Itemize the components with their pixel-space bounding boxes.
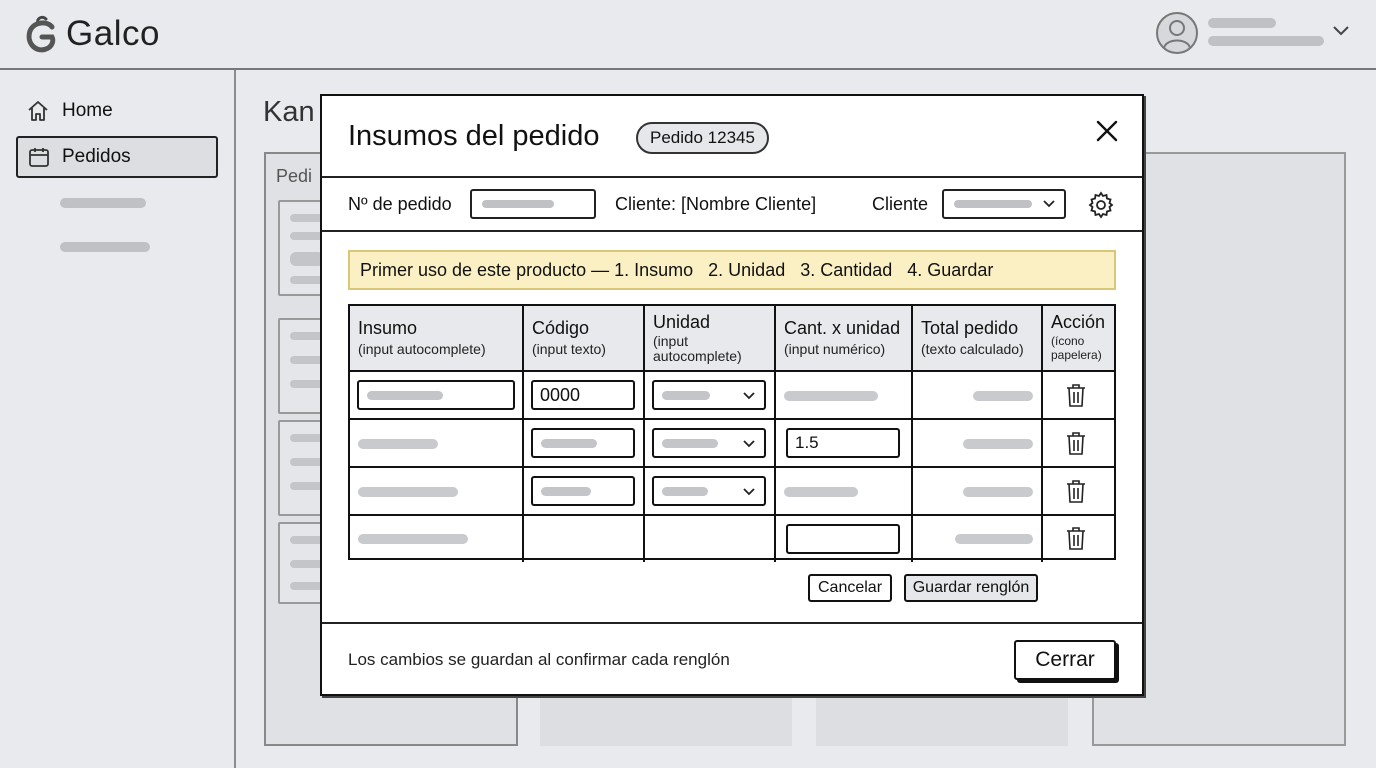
total-cell	[913, 516, 1043, 562]
sidebar-item-label: Home	[62, 100, 113, 121]
insumo-cell[interactable]	[350, 468, 524, 514]
column-header-codigo: Código (input texto)	[524, 306, 645, 370]
table-row: 0000	[350, 372, 1114, 420]
chevron-down-icon	[743, 440, 755, 448]
column-header-total: Total pedido (texto calculado)	[913, 306, 1043, 370]
save-row-button[interactable]: Guardar renglón	[904, 574, 1038, 602]
trash-icon[interactable]	[1065, 525, 1087, 551]
table-row: 1.5	[350, 420, 1114, 468]
codigo-input[interactable]	[531, 476, 635, 506]
order-badge: Pedido 12345	[636, 122, 769, 154]
calendar-icon	[29, 148, 49, 167]
sidebar: Home Pedidos	[0, 70, 236, 768]
filter-bar: Nº de pedido Cliente: [Nombre Cliente] C…	[322, 178, 1142, 232]
client-select-label: Cliente	[872, 194, 929, 214]
app-logo[interactable]: Galco	[22, 12, 160, 56]
close-button[interactable]: Cerrar	[1014, 640, 1116, 680]
total-cell	[913, 468, 1043, 514]
cantidad-cell[interactable]	[776, 468, 913, 514]
total-cell	[913, 420, 1043, 466]
user-role-placeholder	[1208, 36, 1324, 46]
client-name-text: Cliente: [Nombre Cliente]	[615, 194, 817, 214]
sidebar-item-pedidos[interactable]: Pedidos	[16, 136, 218, 178]
modal-header: Insumos del pedido Pedido 12345	[322, 96, 1142, 178]
cantidad-input[interactable]	[786, 524, 900, 554]
codigo-input[interactable]: 0000	[531, 380, 635, 410]
trash-icon[interactable]	[1065, 382, 1087, 408]
unidad-select[interactable]	[652, 428, 766, 458]
chevron-down-icon[interactable]	[1332, 24, 1350, 38]
home-icon	[28, 101, 48, 121]
chevron-down-icon	[743, 392, 755, 400]
client-select[interactable]	[942, 189, 1066, 219]
sidebar-item-label: Pedidos	[62, 146, 131, 167]
table-row	[350, 468, 1114, 516]
sidebar-placeholder-item[interactable]	[60, 198, 146, 208]
insumos-modal: Insumos del pedido Pedido 12345 Nº de pe…	[320, 94, 1144, 696]
cantidad-cell[interactable]	[776, 372, 913, 418]
user-menu[interactable]	[1156, 12, 1356, 54]
trash-icon[interactable]	[1065, 478, 1087, 504]
cantidad-input[interactable]: 1.5	[786, 428, 900, 458]
gear-icon[interactable]	[1086, 190, 1116, 220]
unidad-select[interactable]	[652, 380, 766, 410]
galco-logo-icon	[26, 15, 56, 53]
chevron-down-icon	[743, 488, 755, 496]
sidebar-item-home[interactable]: Home	[16, 90, 218, 132]
trash-icon[interactable]	[1065, 430, 1087, 456]
order-number-label: Nº de pedido	[348, 194, 452, 214]
app-name: Galco	[66, 14, 160, 53]
table-row	[350, 516, 1114, 562]
insumo-cell[interactable]	[350, 516, 524, 562]
sidebar-placeholder-item[interactable]	[60, 242, 150, 252]
kanban-column-label: Pedi	[276, 166, 313, 186]
column-header-cantidad: Cant. x unidad (input numérico)	[776, 306, 913, 370]
close-icon[interactable]	[1094, 118, 1120, 144]
insumo-input[interactable]	[357, 380, 515, 410]
codigo-cell[interactable]	[524, 516, 645, 562]
modal-title: Insumos del pedido	[348, 120, 600, 152]
user-name-placeholder	[1208, 18, 1276, 28]
top-header: Galco	[0, 0, 1376, 70]
cancel-button[interactable]: Cancelar	[808, 574, 892, 602]
total-cell	[913, 372, 1043, 418]
column-header-insumo: Insumo (input autocomplete)	[350, 306, 524, 370]
page-title: Kan	[263, 96, 315, 128]
column-header-accion: Acción (ícono papelera)	[1051, 312, 1106, 362]
chevron-down-icon	[1043, 200, 1055, 208]
user-icon	[1163, 20, 1191, 49]
avatar	[1156, 12, 1198, 54]
order-number-input[interactable]	[470, 189, 596, 219]
first-use-banner: Primer uso de este producto — 1. Insumo …	[348, 250, 1116, 290]
kanban-column	[540, 694, 792, 746]
footer-note: Los cambios se guardan al confirmar cada…	[348, 650, 730, 669]
insumo-cell[interactable]	[350, 420, 524, 466]
column-header-unidad: Unidad (input autocomplete)	[645, 306, 776, 370]
insumos-table: Insumo (input autocomplete) Código (inpu…	[348, 304, 1116, 562]
kanban-column	[816, 694, 1068, 746]
unidad-select[interactable]	[652, 476, 766, 506]
unidad-cell[interactable]	[645, 516, 776, 562]
codigo-input[interactable]	[531, 428, 635, 458]
modal-footer: Los cambios se guardan al confirmar cada…	[322, 622, 1142, 694]
table-header-row: Insumo (input autocomplete) Código (inpu…	[350, 306, 1114, 372]
